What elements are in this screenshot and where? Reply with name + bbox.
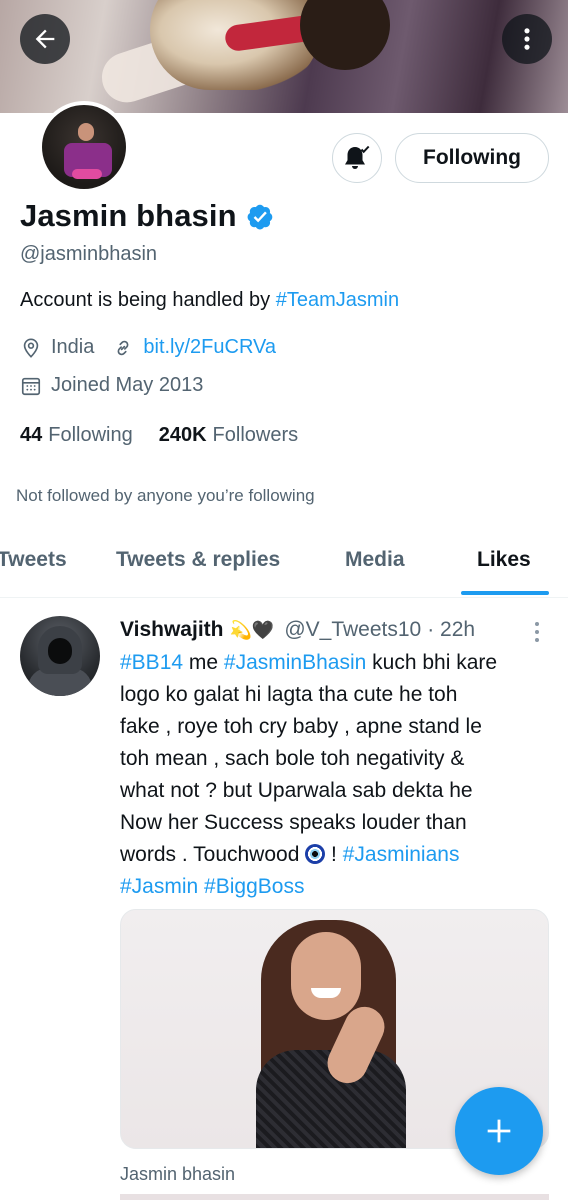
notifications-bell-button[interactable]	[332, 133, 382, 183]
tweet-text-segment: !	[325, 843, 343, 866]
tweet-text-line: Now her Success speaks louder than	[120, 811, 467, 834]
compose-tweet-button[interactable]	[455, 1087, 543, 1175]
profile-name-row: Jasmin bhasin	[20, 198, 274, 234]
more-options-button[interactable]	[502, 14, 552, 64]
profile-website-link[interactable]: bit.ly/2FuCRVa	[143, 336, 276, 359]
profile-joined-date: Joined May 2013	[51, 374, 204, 396]
more-vertical-icon	[524, 28, 530, 50]
tweet-text-line: logo ko galat hi lagta tha cute he toh	[120, 683, 458, 706]
followers-stat[interactable]: 240K Followers	[159, 424, 298, 447]
active-tab-indicator	[461, 591, 549, 595]
bio-text: Account is being handled by	[20, 289, 276, 311]
tab-likes[interactable]: Likes	[477, 548, 531, 572]
plus-icon	[487, 1119, 511, 1143]
tweet-text: #BB14 me #JasminBhasin kuch bhi kare log…	[120, 647, 540, 903]
tweet-text-segment: words . Touchwood	[120, 843, 306, 866]
tweet-text-line: what not ? but Uparwala sab dekta he	[120, 779, 473, 802]
arrow-left-icon	[35, 29, 55, 49]
tweet-more-icon[interactable]	[530, 620, 544, 644]
profile-tabs: Tweets Tweets & replies Media Likes	[0, 528, 568, 598]
tweet-text-segment: me	[183, 651, 224, 674]
banner-image-part	[300, 0, 390, 70]
following-label: Following	[48, 424, 133, 446]
nazar-amulet-icon	[305, 844, 326, 864]
profile-joined-row: Joined May 2013	[20, 374, 203, 397]
tweet-author-name[interactable]: Vishwajith	[120, 618, 223, 642]
profile-handle: @jasminbhasin	[20, 243, 158, 265]
bio-hashtag-link[interactable]: #TeamJasmin	[276, 289, 399, 311]
calendar-icon	[21, 377, 41, 395]
avatar-image	[42, 105, 126, 189]
profile-avatar[interactable]	[38, 101, 130, 193]
profile-banner[interactable]	[0, 0, 568, 113]
profile-name: Jasmin bhasin	[20, 198, 237, 233]
following-count: 44	[20, 424, 43, 446]
hashtag-link[interactable]: #Jasminians	[343, 843, 460, 866]
tab-media[interactable]: Media	[345, 548, 405, 572]
tweet-author-handle: @V_Tweets10	[284, 618, 422, 641]
tweet-author-avatar[interactable]	[20, 616, 100, 696]
following-button[interactable]: Following	[395, 133, 549, 183]
profile-bio: Account is being handled by #TeamJasmin	[20, 289, 399, 312]
tweet-text-line: fake , roye toh cry baby , apne stand le	[120, 715, 482, 738]
tweet-text-segment: kuch bhi kare	[366, 651, 498, 674]
profile-meta-row: India bit.ly/2FuCRVa	[20, 336, 276, 359]
bell-check-icon	[345, 145, 370, 169]
verified-badge-icon	[247, 204, 272, 229]
tweet-author-emoji: 💫🖤	[229, 619, 275, 640]
tweet-media-caption: Jasmin bhasin	[120, 1164, 236, 1184]
link-icon	[117, 340, 129, 355]
next-media-preview	[120, 1194, 549, 1200]
location-pin-icon	[23, 337, 39, 358]
followers-count: 240K	[158, 424, 207, 446]
profile-location: India	[51, 336, 95, 358]
hashtag-link[interactable]: #BiggBoss	[204, 875, 304, 898]
tab-tweets-replies[interactable]: Tweets & replies	[116, 548, 280, 572]
tweet-header: Vishwajith 💫🖤 @V_Tweets10 · 22h	[120, 618, 475, 642]
following-stat[interactable]: 44 Following	[20, 424, 133, 447]
followers-label: Followers	[212, 424, 299, 446]
hashtag-link[interactable]: #BB14	[120, 651, 183, 674]
hashtag-link[interactable]: #JasminBhasin	[224, 651, 366, 674]
back-button[interactable]	[20, 14, 70, 64]
tweet-text-line: toh mean , sach bole toh negativity &	[120, 747, 465, 770]
profile-stats: 44 Following 240K Followers	[20, 424, 298, 447]
tab-tweets[interactable]: Tweets	[0, 548, 67, 572]
hashtag-link[interactable]: #Jasmin	[120, 875, 198, 898]
not-followed-notice: Not followed by anyone you’re following	[16, 486, 315, 505]
tweet-time: · 22h	[427, 618, 476, 641]
